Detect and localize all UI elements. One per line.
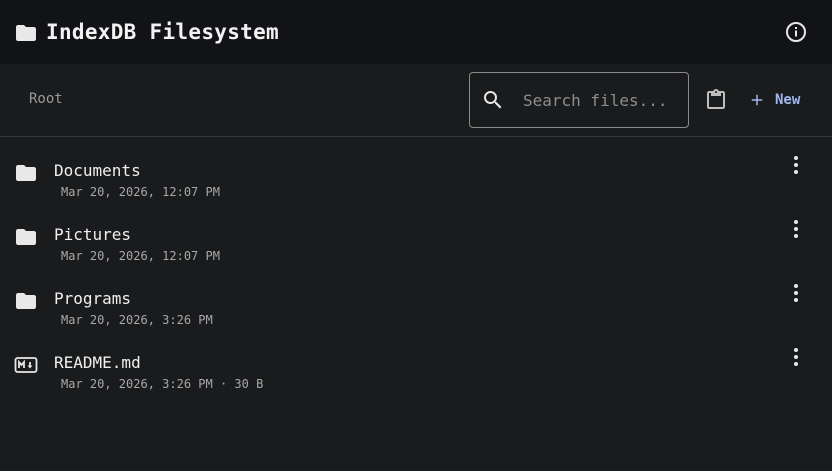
file-meta: Mar 20, 2026, 3:26 PM · 30 B bbox=[61, 377, 264, 391]
app-window: IndexDB Filesystem Root New bbox=[0, 0, 832, 471]
breadcrumb[interactable]: Root bbox=[29, 91, 63, 107]
more-vert-icon[interactable] bbox=[784, 281, 808, 305]
list-item[interactable]: Documents Mar 20, 2026, 12:07 PM bbox=[0, 137, 832, 201]
more-vert-icon[interactable] bbox=[784, 153, 808, 177]
folder-icon bbox=[16, 293, 36, 309]
file-name: Pictures bbox=[54, 225, 132, 244]
search-input[interactable] bbox=[521, 89, 680, 111]
file-meta: Mar 20, 2026, 12:07 PM bbox=[61, 249, 220, 263]
list-item[interactable]: Pictures Mar 20, 2026, 12:07 PM bbox=[0, 201, 832, 265]
folder-icon bbox=[16, 229, 36, 245]
file-meta: Mar 20, 2026, 12:07 PM bbox=[61, 185, 220, 199]
search-icon bbox=[484, 91, 502, 109]
info-icon[interactable] bbox=[784, 20, 808, 44]
file-name: README.md bbox=[54, 353, 141, 372]
more-vert-icon[interactable] bbox=[784, 345, 808, 369]
toolbar: Root New bbox=[0, 64, 832, 137]
file-meta: Mar 20, 2026, 3:26 PM bbox=[61, 313, 213, 327]
app-header: IndexDB Filesystem bbox=[0, 0, 832, 64]
app-title: IndexDB Filesystem bbox=[46, 20, 279, 44]
plus-icon bbox=[751, 94, 763, 106]
more-vert-icon[interactable] bbox=[784, 217, 808, 241]
markdown-icon bbox=[14, 357, 38, 373]
list-item[interactable]: README.md Mar 20, 2026, 3:26 PM · 30 B bbox=[0, 329, 832, 393]
clipboard-icon[interactable] bbox=[704, 88, 728, 112]
search-box bbox=[469, 72, 689, 128]
folder-icon bbox=[16, 165, 36, 181]
file-name: Programs bbox=[54, 289, 132, 308]
list-item[interactable]: Programs Mar 20, 2026, 3:26 PM bbox=[0, 265, 832, 329]
new-button[interactable]: New bbox=[748, 88, 800, 112]
folder-icon bbox=[16, 24, 36, 41]
file-name: Documents bbox=[54, 161, 141, 180]
new-button-label: New bbox=[775, 92, 801, 108]
